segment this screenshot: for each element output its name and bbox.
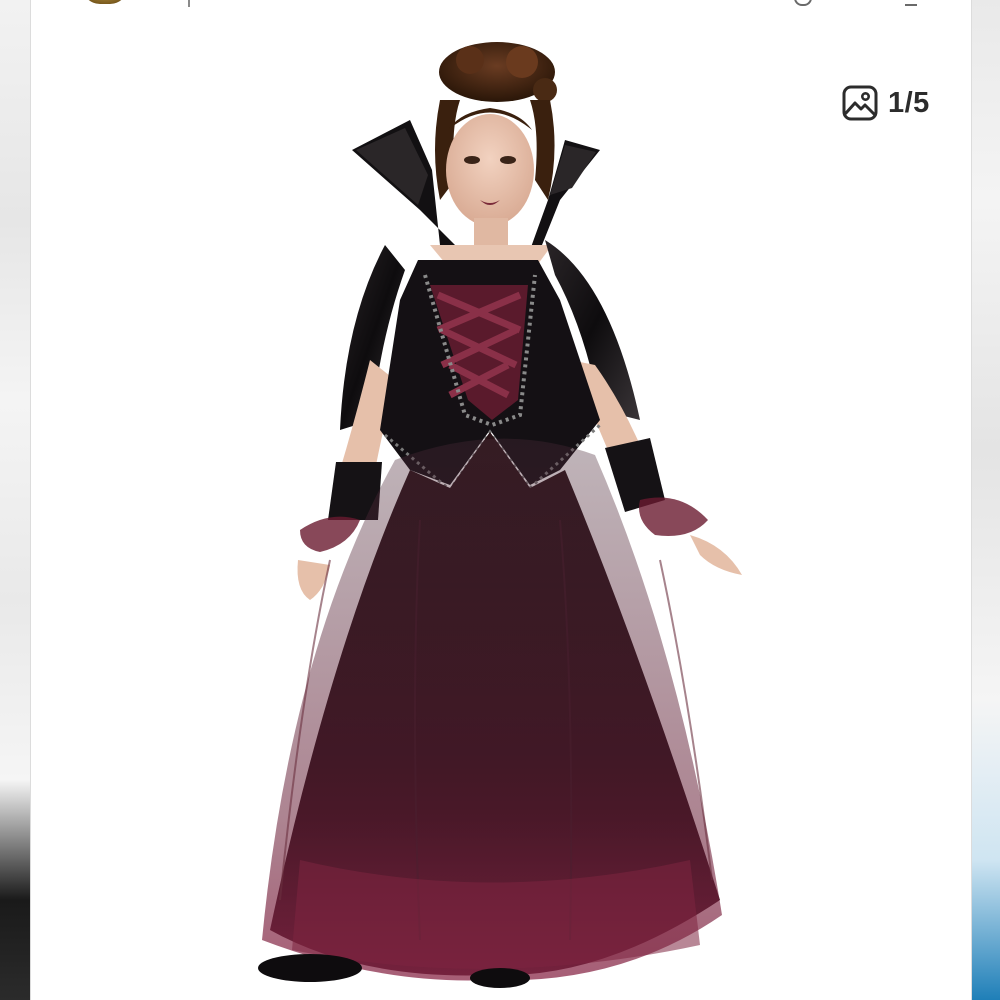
right-edge-bleed [972, 0, 1000, 1000]
image-counter-label: 1/5 [888, 86, 930, 119]
left-edge-bleed [0, 0, 30, 1000]
image-gallery-icon [842, 85, 878, 121]
product-image[interactable] [30, 0, 972, 1000]
image-counter: 1/5 [842, 84, 930, 122]
product-viewer: 1/5 [0, 0, 1000, 1000]
